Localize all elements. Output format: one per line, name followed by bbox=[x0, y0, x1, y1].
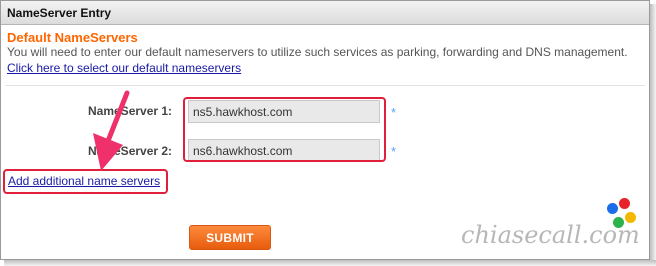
default-nameservers-description: You will need to enter our default names… bbox=[7, 45, 628, 59]
submit-button[interactable]: SUBMIT bbox=[189, 225, 271, 250]
panel-shadow-bottom bbox=[4, 260, 656, 266]
panel-shadow-right bbox=[650, 4, 656, 266]
nameserver-inputs-highlight bbox=[183, 97, 386, 162]
pointer-arrow-icon bbox=[93, 90, 130, 171]
nameserver-entry-panel: NameServer Entry Default NameServers You… bbox=[0, 0, 650, 260]
default-nameservers-heading: Default NameServers bbox=[7, 30, 138, 45]
watermark-dot-yellow-icon bbox=[625, 212, 636, 223]
add-link-highlight bbox=[3, 169, 168, 194]
watermark-dot-red-icon bbox=[619, 198, 630, 209]
watermark-dot-green-icon bbox=[613, 217, 624, 228]
nameserver-2-required-mark: * bbox=[391, 144, 397, 159]
watermark: chiasecall.com bbox=[461, 198, 649, 259]
nameserver-1-required-mark: * bbox=[391, 105, 397, 120]
watermark-dot-blue-icon bbox=[607, 203, 618, 214]
select-default-nameservers-link[interactable]: Click here to select our default nameser… bbox=[7, 61, 241, 75]
divider bbox=[5, 85, 645, 86]
panel-title: NameServer Entry bbox=[1, 1, 649, 25]
